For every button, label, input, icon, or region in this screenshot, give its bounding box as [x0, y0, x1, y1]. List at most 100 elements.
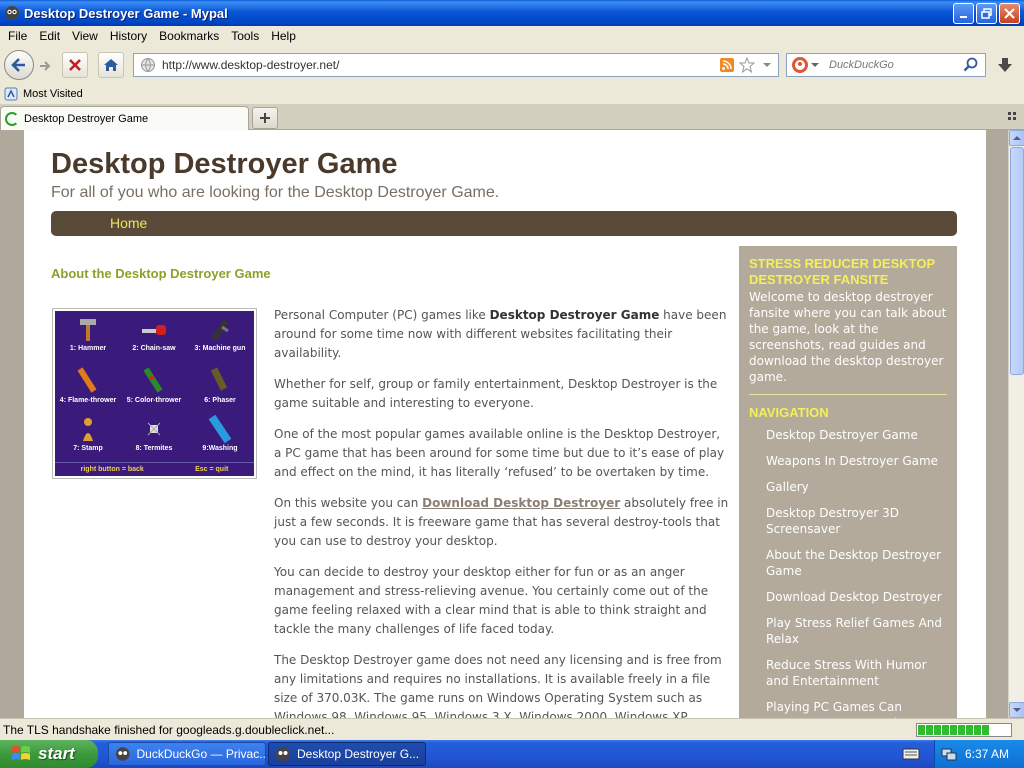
- menu-edit[interactable]: Edit: [33, 29, 66, 43]
- taskbar-item-label: Desktop Destroyer G...: [297, 747, 420, 761]
- new-tab-button[interactable]: [252, 107, 278, 129]
- game-screenshot-image: 1: Hammer 2: Chain-saw 3: Machine gun 4:…: [52, 308, 257, 479]
- mypal-taskbar-icon: [115, 747, 130, 761]
- home-icon: [104, 59, 118, 71]
- game-tool-machine-gun: 3: Machine gun: [189, 317, 251, 352]
- bookmarks-toolbar: Most Visited: [0, 84, 1024, 104]
- sidebar-nav-list: Desktop Destroyer Game Weapons In Destro…: [749, 427, 947, 718]
- bookmark-star-button[interactable]: [738, 56, 756, 74]
- article-paragraph-5: You can decide to destroy your desktop e…: [274, 565, 709, 636]
- menu-bookmarks[interactable]: Bookmarks: [153, 29, 225, 43]
- network-icon[interactable]: [941, 746, 957, 762]
- search-icon[interactable]: [963, 57, 979, 73]
- minimize-icon: [959, 15, 967, 18]
- phaser-icon: [210, 367, 228, 391]
- taskbar-item-desktop-destroyer[interactable]: Desktop Destroyer G...: [268, 742, 426, 766]
- sidebar-item-reduce-stress-humor[interactable]: Reduce Stress With Humor and Entertainme…: [766, 657, 947, 689]
- sidebar-item-download[interactable]: Download Desktop Destroyer: [766, 589, 947, 605]
- navigation-toolbar: http://www.desktop-destroyer.net/ DuckDu…: [0, 46, 1024, 84]
- download-desktop-destroyer-link[interactable]: Download Desktop Destroyer: [422, 496, 620, 510]
- address-bar[interactable]: http://www.desktop-destroyer.net/: [133, 53, 779, 77]
- sidebar-item-3d-screensaver[interactable]: Desktop Destroyer 3D Screensaver: [766, 505, 947, 537]
- washing-icon: [208, 415, 232, 443]
- sidebar-item-pc-games-stress[interactable]: Playing PC Games Can Decrease Your Every…: [766, 699, 947, 718]
- sidebar-item-about[interactable]: About the Desktop Destroyer Game: [766, 547, 947, 579]
- article-paragraph-3: One of the most popular games available …: [274, 427, 725, 479]
- duckduckgo-icon: [792, 57, 808, 73]
- menu-tools[interactable]: Tools: [225, 29, 265, 43]
- menu-help[interactable]: Help: [265, 29, 302, 43]
- sidebar-nav-heading: NAVIGATION: [749, 405, 829, 420]
- clock[interactable]: 6:37 AM: [965, 747, 1009, 761]
- scroll-down-button[interactable]: [1009, 702, 1024, 718]
- home-button[interactable]: [98, 52, 124, 78]
- web-page: Desktop Destroyer Game For all of you wh…: [24, 130, 986, 718]
- forward-button[interactable]: [34, 55, 56, 77]
- site-subtitle: For all of you who are looking for the D…: [51, 184, 500, 201]
- star-icon: [739, 57, 755, 73]
- title-bar: Desktop Destroyer Game - Mypal: [0, 0, 1024, 26]
- progress-cell: [982, 725, 989, 735]
- progress-cell: [966, 725, 973, 735]
- url-history-dropdown[interactable]: [758, 56, 776, 74]
- game-tool-chainsaw: 2: Chain-saw: [123, 317, 185, 352]
- stop-button[interactable]: [62, 52, 88, 78]
- minimize-button[interactable]: [953, 3, 974, 24]
- scroll-up-button[interactable]: [1009, 130, 1024, 146]
- download-arrow-icon: [998, 58, 1012, 72]
- page-load-progress-bar: [916, 723, 1012, 737]
- scrollbar-thumb[interactable]: [1010, 147, 1024, 375]
- machine-gun-icon: [211, 319, 229, 341]
- site-nav-home-link[interactable]: Home: [110, 215, 147, 231]
- taskbar-item-label: DuckDuckGo — Privac...: [136, 747, 266, 761]
- taskbar: start DuckDuckGo — Privac... Desktop Des…: [0, 740, 1024, 768]
- progress-cell: [926, 725, 933, 735]
- sidebar-item-stress-relief-games[interactable]: Play Stress Relief Games And Relax: [766, 615, 947, 647]
- tab-strip: Desktop Destroyer Game: [0, 104, 1024, 131]
- menu-history[interactable]: History: [104, 29, 153, 43]
- termites-icon: [147, 422, 161, 436]
- menu-file[interactable]: File: [2, 29, 33, 43]
- downloads-button[interactable]: [992, 54, 1018, 76]
- game-footer-back: right button = back: [80, 466, 144, 473]
- sidebar-heading: STRESS REDUCER DESKTOP DESTROYER FANSITE: [749, 256, 935, 287]
- loading-spinner-icon: [5, 112, 19, 126]
- game-tool-flame-thrower: 4: Flame-thrower: [57, 365, 119, 404]
- search-bar[interactable]: DuckDuckGo: [786, 53, 986, 77]
- sidebar-item-gallery[interactable]: Gallery: [766, 479, 947, 495]
- tab-desktop-destroyer[interactable]: Desktop Destroyer Game: [0, 106, 249, 131]
- progress-cell: [942, 725, 949, 735]
- window-title: Desktop Destroyer Game - Mypal: [24, 5, 228, 21]
- chevron-down-icon: [763, 63, 771, 67]
- forward-arrow-icon: [40, 61, 51, 71]
- rss-feed-button[interactable]: [718, 56, 736, 74]
- stamp-icon: [83, 418, 93, 441]
- search-engine-chevron-icon[interactable]: [811, 61, 819, 69]
- close-window-button[interactable]: [999, 3, 1020, 24]
- restore-button[interactable]: [976, 3, 997, 24]
- game-tool-color-thrower: 5: Color-thrower: [123, 365, 185, 404]
- progress-cell: [958, 725, 965, 735]
- bookmark-most-visited[interactable]: Most Visited: [23, 88, 83, 100]
- page-scrollbar[interactable]: [1008, 130, 1024, 718]
- globe-icon: [141, 58, 155, 72]
- article-paragraph-1: Personal Computer (PC) games like Deskto…: [274, 308, 727, 360]
- sidebar-item-desktop-destroyer-game[interactable]: Desktop Destroyer Game: [766, 427, 947, 443]
- chainsaw-icon: [142, 325, 166, 335]
- start-button[interactable]: start: [0, 740, 98, 768]
- site-nav-bar: Home: [51, 211, 957, 236]
- back-button[interactable]: [4, 50, 34, 80]
- menu-bar: File Edit View History Bookmarks Tools H…: [0, 26, 1024, 46]
- taskbar-item-duckduckgo[interactable]: DuckDuckGo — Privac...: [108, 742, 266, 766]
- menu-view[interactable]: View: [66, 29, 104, 43]
- bold-game-name: Desktop Destroyer Game: [489, 308, 660, 322]
- progress-cell: [934, 725, 941, 735]
- most-visited-folder-icon: [4, 87, 18, 101]
- list-all-tabs-icon[interactable]: [1008, 112, 1018, 122]
- progress-cell: [950, 725, 957, 735]
- start-label: start: [38, 744, 75, 763]
- search-input[interactable]: DuckDuckGo: [819, 59, 963, 71]
- keyboard-layout-icon[interactable]: [902, 746, 920, 762]
- sidebar-item-weapons[interactable]: Weapons In Destroyer Game: [766, 453, 947, 469]
- url-text[interactable]: http://www.desktop-destroyer.net/: [162, 58, 718, 72]
